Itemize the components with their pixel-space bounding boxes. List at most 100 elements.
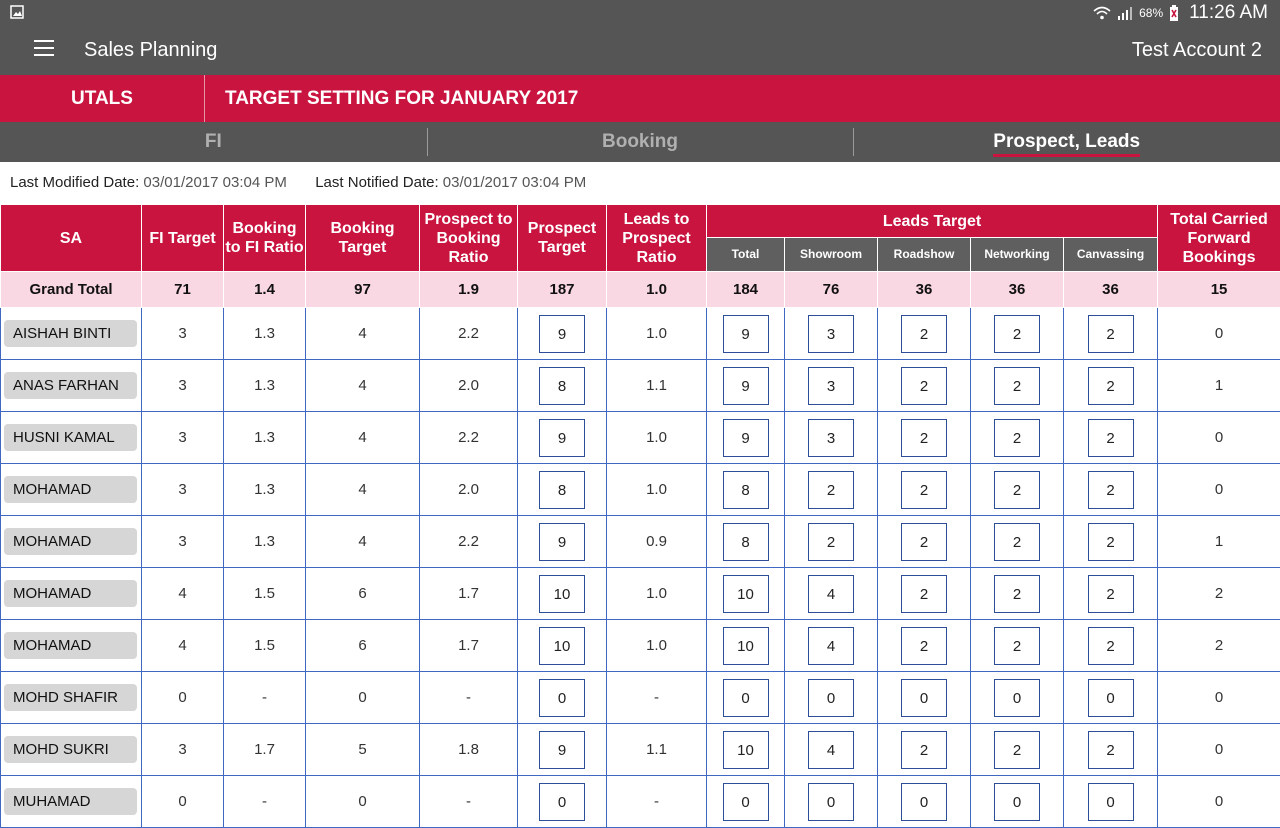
app-title: Sales Planning [84, 39, 217, 62]
table-row: MOHAMAD31.342.290.9822221 [1, 516, 1280, 568]
leads-networking-input[interactable]: 2 [994, 627, 1040, 665]
prospect-target-input[interactable]: 9 [539, 419, 585, 457]
leads-roadshow-input[interactable]: 0 [901, 679, 947, 717]
leads-showroom-input[interactable]: 2 [808, 471, 854, 509]
leads-total-input[interactable]: 0 [723, 679, 769, 717]
leads-showroom-input[interactable]: 3 [808, 367, 854, 405]
sa-name-button[interactable]: MOHAMAD [4, 632, 137, 659]
prospect-target-input[interactable]: 9 [539, 731, 585, 769]
leads-networking-input[interactable]: 2 [994, 315, 1040, 353]
leads-roadshow-input[interactable]: 2 [901, 575, 947, 613]
sa-name-button[interactable]: MOHAMAD [4, 476, 137, 503]
leads-showroom-input[interactable]: 0 [808, 783, 854, 821]
sa-name-button[interactable]: AISHAH BINTI [4, 320, 137, 347]
leads-networking-input[interactable]: 2 [994, 419, 1040, 457]
leads-canvassing-input[interactable]: 2 [1088, 575, 1134, 613]
last-modified-label: Last Modified Date: [10, 174, 139, 191]
leads-showroom-input[interactable]: 2 [808, 523, 854, 561]
leads-networking-input[interactable]: 2 [994, 367, 1040, 405]
leads-roadshow-input[interactable]: 2 [901, 731, 947, 769]
hamburger-menu-icon[interactable] [34, 40, 54, 58]
table-cell: 3 [142, 464, 224, 516]
table-cell: 3 [142, 360, 224, 412]
account-name[interactable]: Test Account 2 [1132, 39, 1262, 62]
grand-total-cell: 97 [306, 272, 420, 308]
leads-canvassing-input[interactable]: 2 [1088, 315, 1134, 353]
leads-networking-input[interactable]: 2 [994, 471, 1040, 509]
leads-canvassing-input[interactable]: 2 [1088, 523, 1134, 561]
leads-total-input[interactable]: 10 [723, 575, 769, 613]
sa-name-button[interactable]: MOHAMAD [4, 580, 137, 607]
prospect-target-input[interactable]: 9 [539, 523, 585, 561]
table-cell: 3 [142, 724, 224, 776]
leads-total-input[interactable]: 0 [723, 783, 769, 821]
leads-total-input[interactable]: 8 [723, 471, 769, 509]
leads-roadshow-input[interactable]: 0 [901, 783, 947, 821]
leads-total-input[interactable]: 10 [723, 731, 769, 769]
input-cell: 2 [785, 464, 878, 516]
leads-networking-input[interactable]: 0 [994, 783, 1040, 821]
table-cell: 1.3 [224, 412, 306, 464]
leads-showroom-input[interactable]: 4 [808, 627, 854, 665]
prospect-target-input[interactable]: 0 [539, 679, 585, 717]
carried-forward-cell: 0 [1158, 308, 1280, 360]
leads-showroom-input[interactable]: 3 [808, 315, 854, 353]
input-cell: 2 [1064, 360, 1158, 412]
input-cell: 2 [971, 308, 1064, 360]
table-cell: 1.3 [224, 516, 306, 568]
leads-roadshow-input[interactable]: 2 [901, 419, 947, 457]
table-cell: 4 [306, 412, 420, 464]
input-cell: 2 [878, 308, 971, 360]
prospect-target-input[interactable]: 0 [539, 783, 585, 821]
grand-total-row: Grand Total 71 1.4 97 1.9 187 1.0 184 76… [1, 272, 1280, 308]
sa-name-button[interactable]: HUSNI KAMAL [4, 424, 137, 451]
prospect-target-input[interactable]: 8 [539, 367, 585, 405]
sa-name-button[interactable]: MOHD SHAFIR [4, 684, 137, 711]
input-cell: 9 [518, 724, 607, 776]
leads-showroom-input[interactable]: 0 [808, 679, 854, 717]
leads-total-input[interactable]: 9 [723, 419, 769, 457]
leads-showroom-input[interactable]: 4 [808, 575, 854, 613]
sa-name-button[interactable]: ANAS FARHAN [4, 372, 137, 399]
leads-roadshow-input[interactable]: 2 [901, 367, 947, 405]
prospect-target-input[interactable]: 9 [539, 315, 585, 353]
leads-canvassing-input[interactable]: 2 [1088, 367, 1134, 405]
leads-roadshow-input[interactable]: 2 [901, 523, 947, 561]
sa-cell: MOHAMAD [1, 464, 142, 516]
input-cell: 2 [971, 724, 1064, 776]
input-cell: 0 [707, 776, 785, 828]
grand-total-cell: 15 [1158, 272, 1280, 308]
leads-canvassing-input[interactable]: 2 [1088, 731, 1134, 769]
leads-showroom-input[interactable]: 3 [808, 419, 854, 457]
leads-canvassing-input[interactable]: 0 [1088, 783, 1134, 821]
leads-roadshow-input[interactable]: 2 [901, 315, 947, 353]
tab-prospect-leads[interactable]: Prospect, Leads [853, 122, 1280, 162]
sa-name-button[interactable]: MUHAMAD [4, 788, 137, 815]
leads-total-input[interactable]: 8 [723, 523, 769, 561]
leads-showroom-input[interactable]: 4 [808, 731, 854, 769]
leads-canvassing-input[interactable]: 2 [1088, 627, 1134, 665]
grand-total-cell: 36 [878, 272, 971, 308]
tab-fi[interactable]: FI [0, 122, 427, 162]
leads-networking-input[interactable]: 2 [994, 523, 1040, 561]
leads-total-input[interactable]: 9 [723, 315, 769, 353]
input-cell: 3 [785, 412, 878, 464]
prospect-target-input[interactable]: 10 [539, 627, 585, 665]
leads-canvassing-input[interactable]: 2 [1088, 471, 1134, 509]
leads-roadshow-input[interactable]: 2 [901, 627, 947, 665]
leads-roadshow-input[interactable]: 2 [901, 471, 947, 509]
leads-networking-input[interactable]: 0 [994, 679, 1040, 717]
input-cell: 0 [971, 776, 1064, 828]
sa-name-button[interactable]: MOHD SUKRI [4, 736, 137, 763]
tab-booking[interactable]: Booking [427, 122, 854, 162]
leads-networking-input[interactable]: 2 [994, 731, 1040, 769]
leads-canvassing-input[interactable]: 0 [1088, 679, 1134, 717]
prospect-target-input[interactable]: 10 [539, 575, 585, 613]
col-leads-total: Total [707, 238, 785, 272]
prospect-target-input[interactable]: 8 [539, 471, 585, 509]
leads-total-input[interactable]: 9 [723, 367, 769, 405]
leads-total-input[interactable]: 10 [723, 627, 769, 665]
sa-name-button[interactable]: MOHAMAD [4, 528, 137, 555]
leads-canvassing-input[interactable]: 2 [1088, 419, 1134, 457]
leads-networking-input[interactable]: 2 [994, 575, 1040, 613]
